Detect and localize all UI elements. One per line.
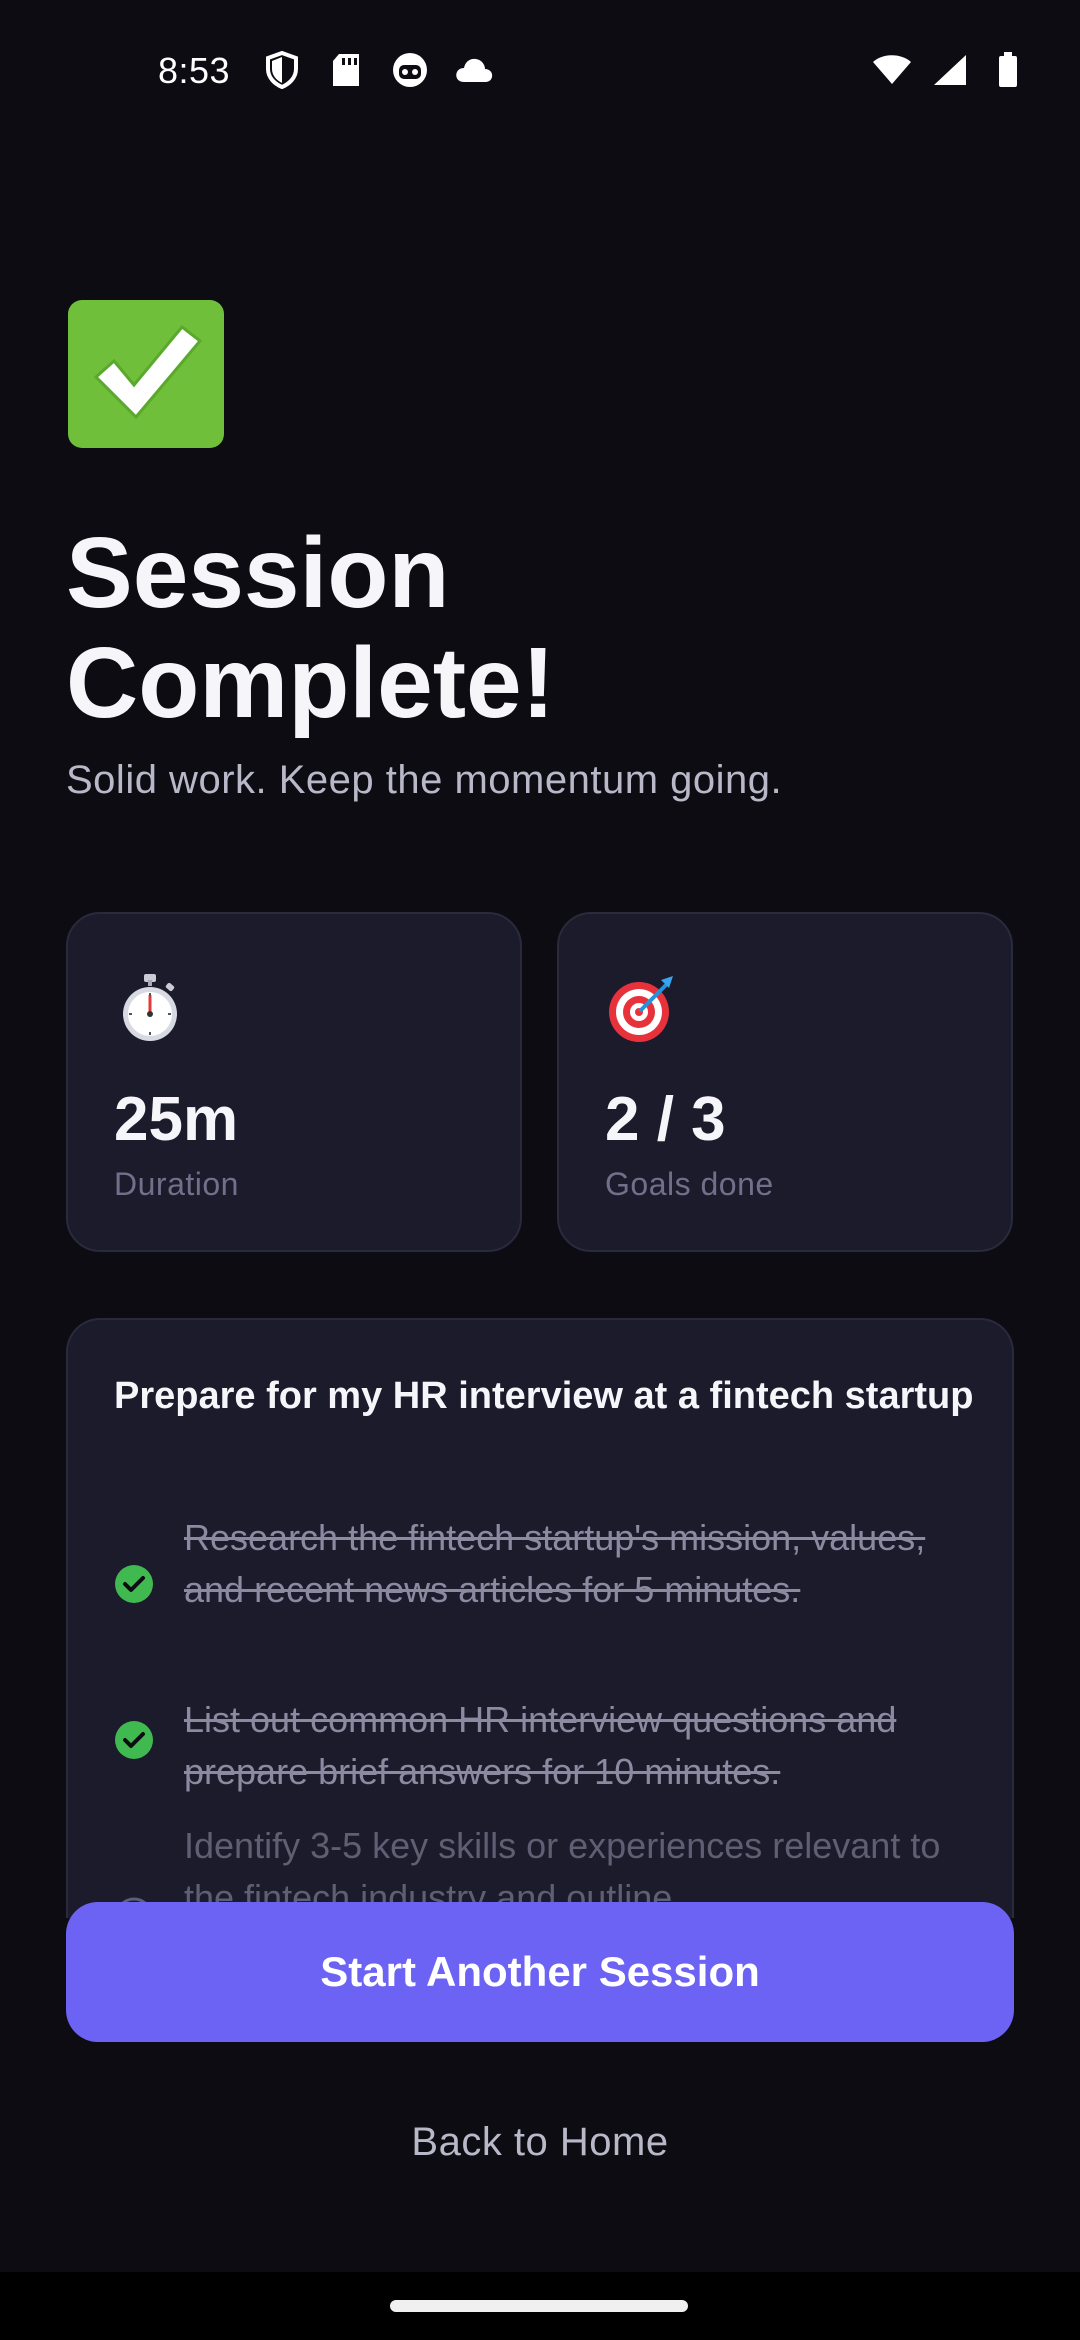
- back-to-home-link[interactable]: Back to Home: [340, 2110, 740, 2174]
- goal-card: Prepare for my HR interview at a fintech…: [66, 1318, 1014, 1918]
- shield-icon: [262, 50, 302, 90]
- status-notification-icons: [262, 50, 494, 90]
- status-time: 8:53: [158, 50, 231, 91]
- page-title: Session Complete!: [66, 518, 966, 738]
- sd-card-icon: [326, 50, 366, 90]
- cellular-signal-icon: [930, 50, 970, 90]
- start-another-session-label: Start Another Session: [320, 1948, 760, 1995]
- stat-label-duration: Duration: [114, 1166, 239, 1202]
- stat-card-duration: 25m Duration: [66, 912, 522, 1252]
- stat-card-goals: 2 / 3 Goals done: [557, 912, 1013, 1252]
- stopwatch-icon: [114, 972, 186, 1044]
- session-complete-screen: 8:53 Session Complete! Solid work. Keep …: [0, 0, 1080, 2340]
- page-subtitle: Solid work. Keep the momentum going.: [66, 758, 783, 802]
- stat-label-goals: Goals done: [605, 1166, 774, 1202]
- status-system-icons: [872, 50, 1028, 90]
- page-title-line-1: Session: [66, 517, 450, 629]
- back-to-home-label: Back to Home: [411, 2119, 669, 2164]
- task-text: List out common HR interview questions a…: [184, 1699, 897, 1792]
- robot-face-icon: [390, 50, 430, 90]
- stat-value-duration: 25m: [114, 1085, 239, 1154]
- battery-icon: [988, 50, 1028, 90]
- home-indicator[interactable]: [390, 2300, 688, 2312]
- start-another-session-button[interactable]: Start Another Session: [66, 1902, 1014, 2042]
- check-circle-icon: [114, 1720, 154, 1760]
- goal-title: Prepare for my HR interview at a fintech…: [114, 1375, 974, 1417]
- cloud-icon: [454, 50, 494, 90]
- page-title-line-2: Complete!: [66, 627, 555, 739]
- stat-value-goals: 2 / 3: [605, 1085, 726, 1154]
- status-bar: 8:53: [0, 0, 1080, 140]
- check-mark-button-emoji: [68, 300, 224, 448]
- check-circle-icon: [114, 1564, 154, 1604]
- target-icon: [605, 972, 677, 1044]
- wifi-icon: [872, 50, 912, 90]
- task-text: Research the fintech startup's mission, …: [184, 1517, 926, 1610]
